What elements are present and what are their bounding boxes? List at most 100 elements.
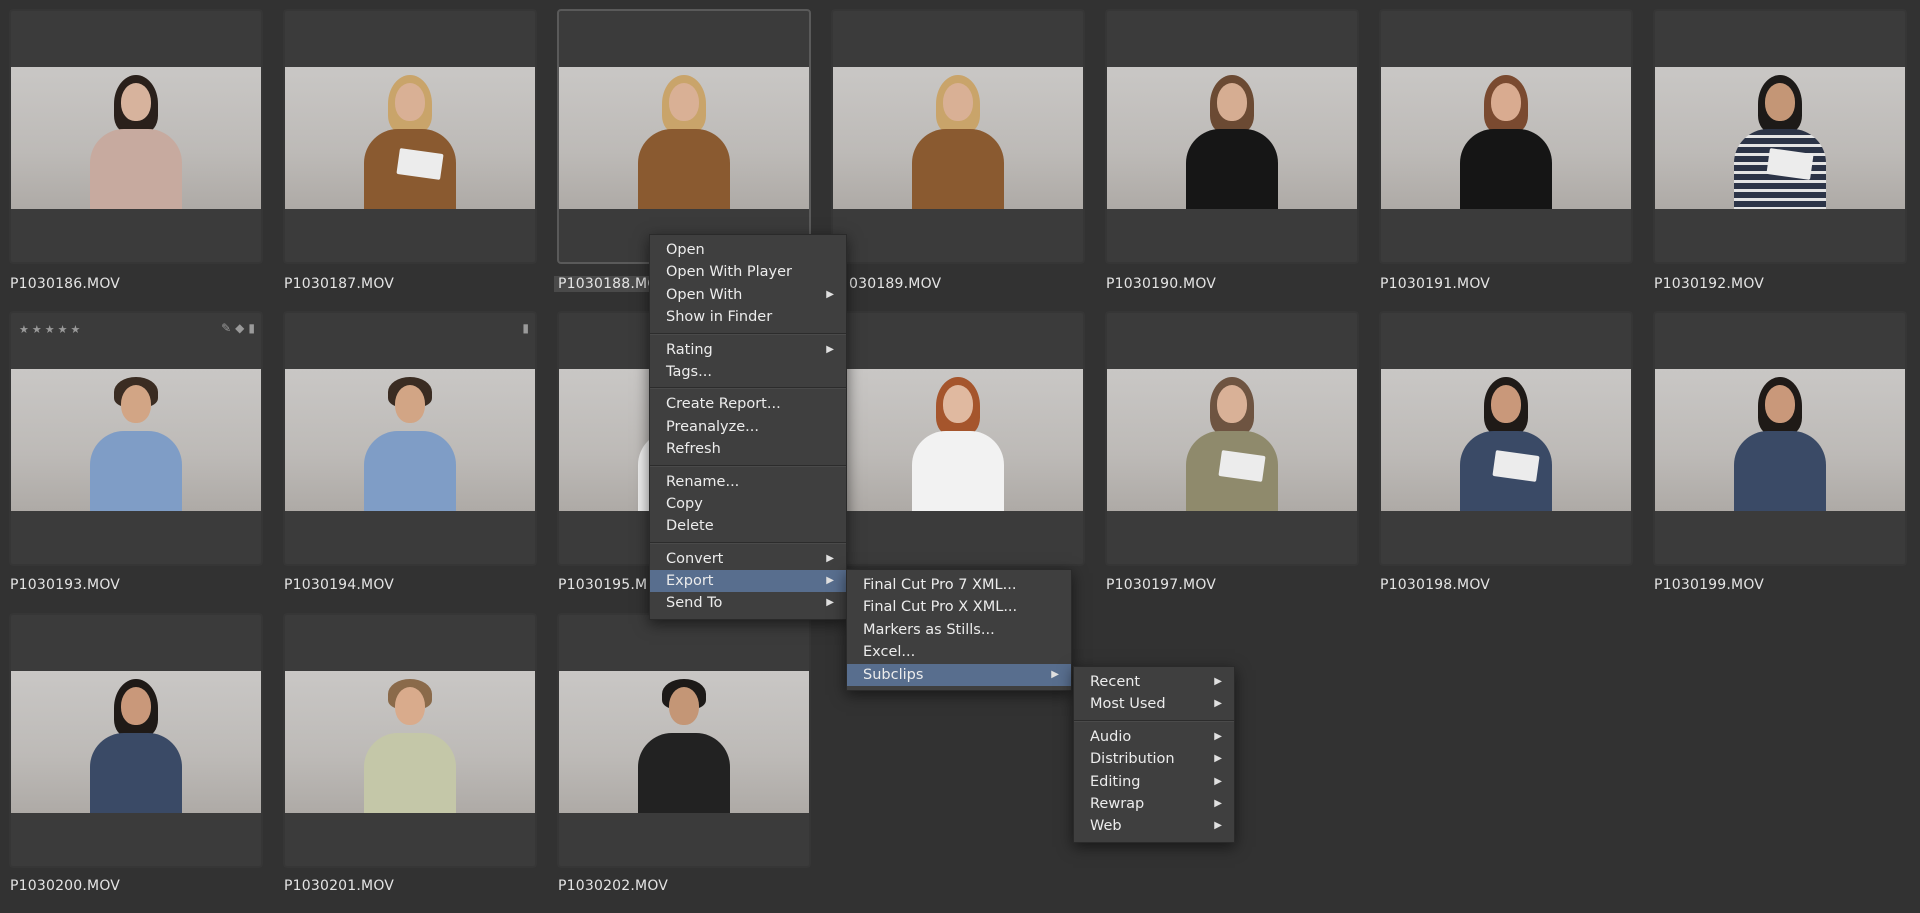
chevron-right-icon: ▶	[1214, 820, 1222, 832]
menu-item-audio[interactable]: Audio ▶	[1074, 726, 1234, 748]
tag-icon[interactable]: ◆	[235, 321, 244, 335]
chevron-right-icon: ▶	[1051, 668, 1059, 680]
menu-item-preanalyze[interactable]: Preanalyze...	[650, 416, 846, 438]
clip-thumbnail	[1655, 67, 1905, 209]
chevron-right-icon: ▶	[1214, 775, 1222, 787]
clip-filename[interactable]: 030189.MOV	[849, 276, 941, 292]
clip-tile-selected[interactable]	[557, 9, 811, 264]
menu-separator	[650, 387, 846, 390]
clip-filename[interactable]: P1030190.MOV	[1106, 276, 1216, 292]
menu-item-rewrap[interactable]: Rewrap ▶	[1074, 793, 1234, 815]
clip-tile[interactable]	[1379, 311, 1633, 566]
pencil-icon[interactable]: ✎	[221, 321, 231, 335]
person-figure	[350, 673, 470, 813]
menu-separator	[650, 541, 846, 544]
person-figure	[624, 69, 744, 209]
menu-item-markers-as-stills[interactable]: Markers as Stills...	[847, 619, 1071, 641]
person-figure	[1720, 69, 1840, 209]
clip-tile[interactable]	[1653, 9, 1907, 264]
menu-item-web[interactable]: Web ▶	[1074, 815, 1234, 837]
clip-thumbnail	[285, 369, 535, 511]
chevron-right-icon: ▶	[826, 597, 834, 609]
marker-icon[interactable]: ▮	[248, 321, 255, 335]
menu-item-open-with-player[interactable]: Open With Player	[650, 261, 846, 283]
chevron-right-icon: ▶	[826, 288, 834, 300]
clip-filename[interactable]: P1030197.MOV	[1106, 577, 1216, 593]
clip-filename[interactable]: P1030198.MOV	[1380, 577, 1490, 593]
menu-item-fcp7-xml[interactable]: Final Cut Pro 7 XML...	[847, 574, 1071, 596]
clip-thumbnail	[833, 67, 1083, 209]
clip-tile[interactable]	[1105, 9, 1359, 264]
clip-filename[interactable]: P1030188.MO	[554, 276, 663, 292]
menu-item-refresh[interactable]: Refresh	[650, 438, 846, 460]
chevron-right-icon: ▶	[826, 552, 834, 564]
person-figure	[1172, 69, 1292, 209]
clip-filename[interactable]: P1030192.MOV	[1654, 276, 1764, 292]
menu-item-editing[interactable]: Editing ▶	[1074, 771, 1234, 793]
menu-item-rename[interactable]: Rename...	[650, 471, 846, 493]
menu-item-most-used[interactable]: Most Used ▶	[1074, 693, 1234, 715]
clip-thumbnail	[1381, 67, 1631, 209]
menu-item-fcpx-xml[interactable]: Final Cut Pro X XML...	[847, 596, 1071, 618]
chevron-right-icon: ▶	[826, 575, 834, 587]
clip-tile[interactable]	[831, 9, 1085, 264]
menu-item-convert[interactable]: Convert ▶	[650, 548, 846, 570]
clip-tile[interactable]	[283, 613, 537, 868]
rating-stars[interactable]: ★★★★★	[19, 323, 83, 336]
person-figure	[898, 371, 1018, 511]
person-figure	[76, 371, 196, 511]
clip-tile[interactable]	[1105, 311, 1359, 566]
clip-filename[interactable]: P1030187.MOV	[284, 276, 394, 292]
menu-item-open[interactable]: Open	[650, 239, 846, 261]
clip-filename[interactable]: P1030201.MOV	[284, 878, 394, 894]
menu-item-recent[interactable]: Recent ▶	[1074, 671, 1234, 693]
clip-filename[interactable]: P1030200.MOV	[10, 878, 120, 894]
menu-item-show-in-finder[interactable]: Show in Finder	[650, 306, 846, 328]
clip-tile[interactable]	[1653, 311, 1907, 566]
context-menu: Open Open With Player Open With ▶ Show in…	[649, 234, 847, 620]
chevron-right-icon: ▶	[1214, 676, 1222, 687]
clip-filename[interactable]: P1030202.MOV	[558, 878, 668, 894]
clip-tile[interactable]: ▮	[283, 311, 537, 566]
chevron-right-icon: ▶	[1214, 698, 1222, 710]
chevron-right-icon: ▶	[826, 343, 834, 355]
menu-item-subclips[interactable]: Subclips ▶	[847, 663, 1071, 686]
clip-thumbnail	[11, 369, 261, 511]
menu-item-open-with[interactable]: Open With ▶	[650, 284, 846, 306]
menu-item-distribution[interactable]: Distribution ▶	[1074, 748, 1234, 770]
menu-separator	[1074, 719, 1234, 722]
clip-filename[interactable]: P1030191.MOV	[1380, 276, 1490, 292]
clip-thumbnail	[1107, 67, 1357, 209]
menu-item-tags[interactable]: Tags...	[650, 361, 846, 383]
clip-tile[interactable]	[9, 613, 263, 868]
marker-icon[interactable]: ▮	[522, 321, 529, 335]
person-figure	[1172, 371, 1292, 511]
menu-item-export[interactable]: Export ▶	[650, 570, 846, 593]
menu-item-delete[interactable]: Delete	[650, 515, 846, 537]
clip-tile[interactable]	[283, 9, 537, 264]
clip-filename[interactable]: P1030199.MOV	[1654, 577, 1764, 593]
person-figure	[1446, 371, 1566, 511]
clip-tile[interactable]: ★★★★★ ✎ ◆ ▮	[9, 311, 263, 566]
clip-filename[interactable]: P1030186.MOV	[10, 276, 120, 292]
menu-item-excel[interactable]: Excel...	[847, 641, 1071, 663]
export-submenu: Final Cut Pro 7 XML... Final Cut Pro X X…	[846, 569, 1072, 691]
menu-item-send-to[interactable]: Send To ▶	[650, 592, 846, 614]
clip-thumbnail	[559, 671, 809, 813]
clip-filename[interactable]: P1030194.MOV	[284, 577, 394, 593]
person-figure	[76, 69, 196, 209]
chevron-right-icon: ▶	[1214, 753, 1222, 765]
person-figure	[1446, 69, 1566, 209]
clip-thumbnail	[11, 67, 261, 209]
chevron-right-icon: ▶	[1214, 730, 1222, 742]
menu-item-rating[interactable]: Rating ▶	[650, 339, 846, 361]
menu-item-create-report[interactable]: Create Report...	[650, 393, 846, 415]
clip-tile[interactable]	[831, 311, 1085, 566]
clip-filename[interactable]: P1030193.MOV	[10, 577, 120, 593]
clip-tile[interactable]	[9, 9, 263, 264]
clip-tile[interactable]	[557, 613, 811, 868]
clip-thumbnail	[559, 67, 809, 209]
clip-filename[interactable]: P1030195.M	[558, 577, 647, 593]
menu-item-copy[interactable]: Copy	[650, 493, 846, 515]
clip-tile[interactable]	[1379, 9, 1633, 264]
